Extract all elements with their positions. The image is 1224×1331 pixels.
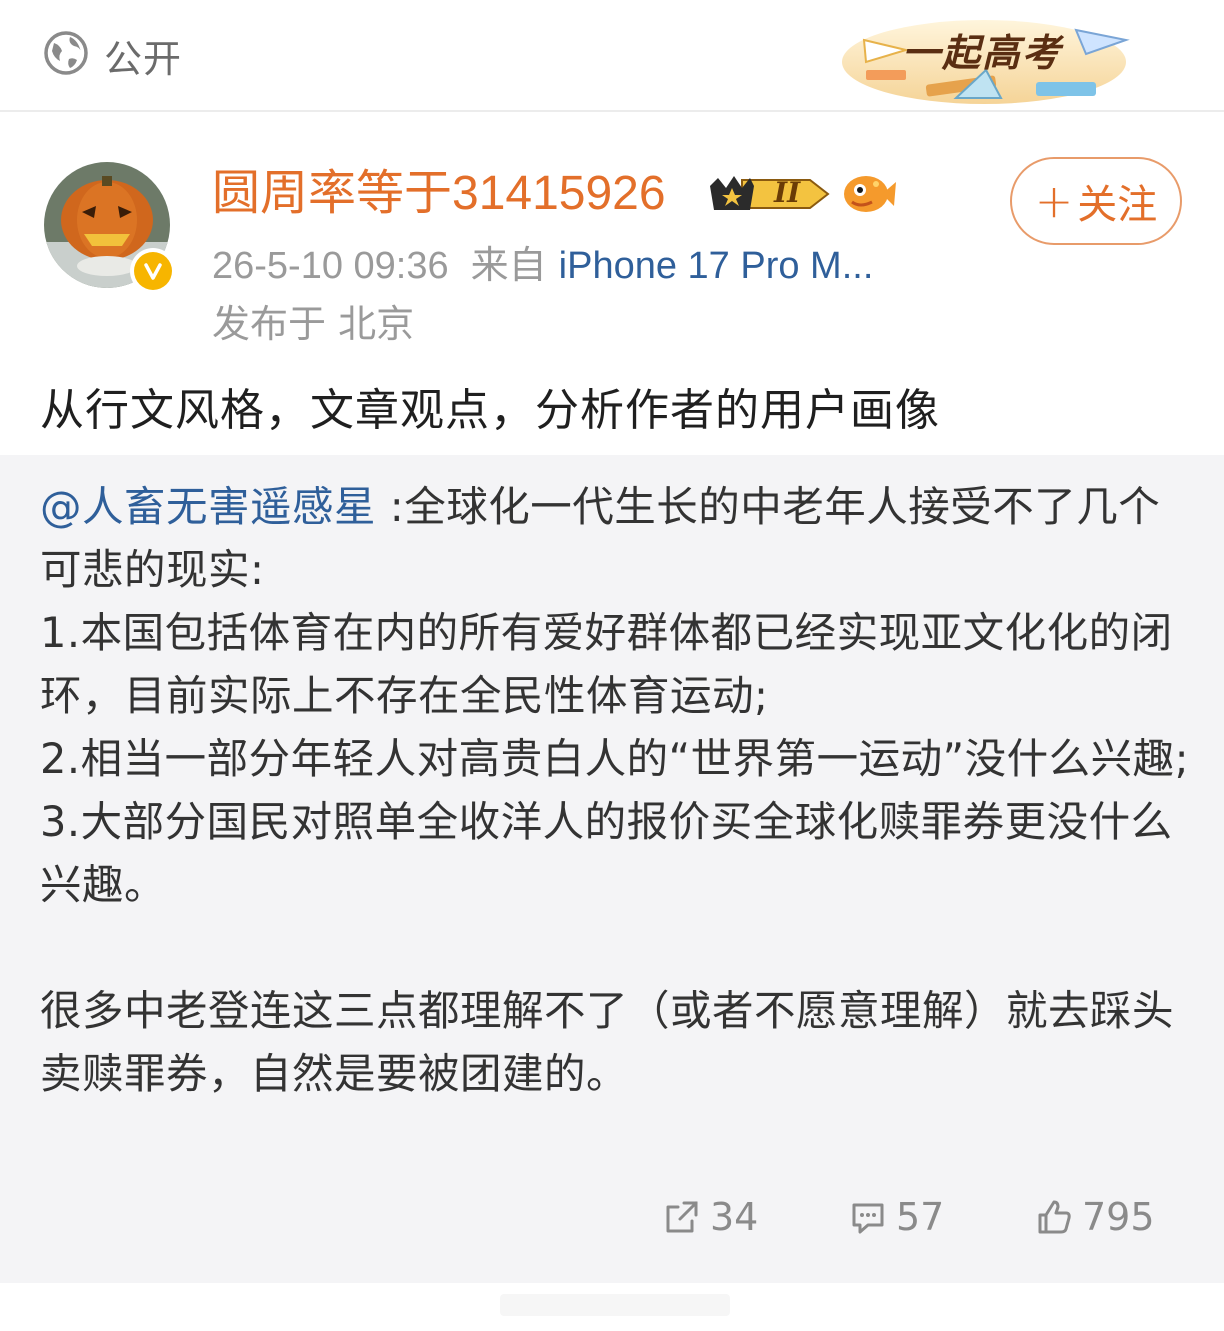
plus-icon: + [1034, 174, 1074, 228]
source-device-link[interactable]: iPhone 17 Pro M... [559, 245, 874, 287]
quoted-item-3: 3.大部分国民对照单全收洋人的报价买全球化赎罪券更没什么兴趣。 [40, 797, 1173, 909]
source-prefix: 来自 [470, 245, 547, 287]
repost-action[interactable]: 34 [662, 1190, 758, 1244]
visibility-indicator[interactable]: 公开 [42, 29, 183, 81]
comment-icon [852, 1203, 884, 1234]
quoted-item-1: 1.本国包括体育在内的所有爱好群体都已经实现亚文化化的闭环，目前实际上不存在全民… [40, 608, 1173, 720]
follow-button[interactable]: + 关注 [1010, 157, 1182, 245]
share-icon [666, 1201, 698, 1233]
quoted-item-2: 2.相当一部分年轻人对高贵白人的“世界第一运动”没什么兴趣; [40, 734, 1190, 783]
like-action[interactable]: 795 [1034, 1190, 1155, 1244]
thumbs-up-icon [1038, 1200, 1071, 1234]
follow-label: 关注 [1077, 182, 1158, 228]
quoted-post[interactable]: @人畜无害遥感星 :全球化一代生长的中老年人接受不了几个可悲的现实: 1.本国包… [0, 455, 1224, 1283]
fish-emblem-icon[interactable] [842, 168, 896, 218]
post-location: 发布于 北京 [212, 302, 415, 346]
level-text: II [774, 176, 801, 209]
member-level-badge[interactable]: II [706, 170, 832, 218]
gaokao-banner[interactable]: 一起高考 [836, 10, 1132, 110]
post-text: 从行文风格，文章观点，分析作者的用户画像 [40, 385, 940, 436]
mention-link[interactable]: @人畜无害遥感星 [40, 482, 376, 531]
author-name[interactable]: 圆周率等于31415926 [212, 164, 666, 224]
banner-text: 一起高考 [902, 30, 1063, 75]
repost-count: 34 [710, 1195, 759, 1239]
quoted-closing: 很多中老登连这三点都理解不了（或者不愿意理解）就去踩头卖赎罪券，自然是要被团建的… [40, 986, 1175, 1098]
verified-v-icon [144, 263, 162, 280]
watermark-bar [500, 1290, 730, 1320]
post-meta: 26-5-10 09:36 来自 iPhone 17 Pro M... [212, 240, 873, 292]
quoted-post-body: @人畜无害遥感星 :全球化一代生长的中老年人接受不了几个可悲的现实: 1.本国包… [40, 475, 1190, 1105]
verified-badge [130, 248, 176, 294]
like-count: 795 [1082, 1195, 1155, 1239]
comment-action[interactable]: 57 [848, 1190, 944, 1244]
comment-count: 57 [896, 1195, 945, 1239]
quoted-intro: @人畜无害遥感星 :全球化一代生长的中老年人接受不了几个可悲的现实: [40, 475, 1190, 601]
globe-icon [42, 29, 90, 81]
visibility-label: 公开 [104, 36, 183, 81]
top-bar: 公开 一起高考 [0, 0, 1224, 112]
post-timestamp: 26-5-10 09:36 [212, 245, 449, 287]
